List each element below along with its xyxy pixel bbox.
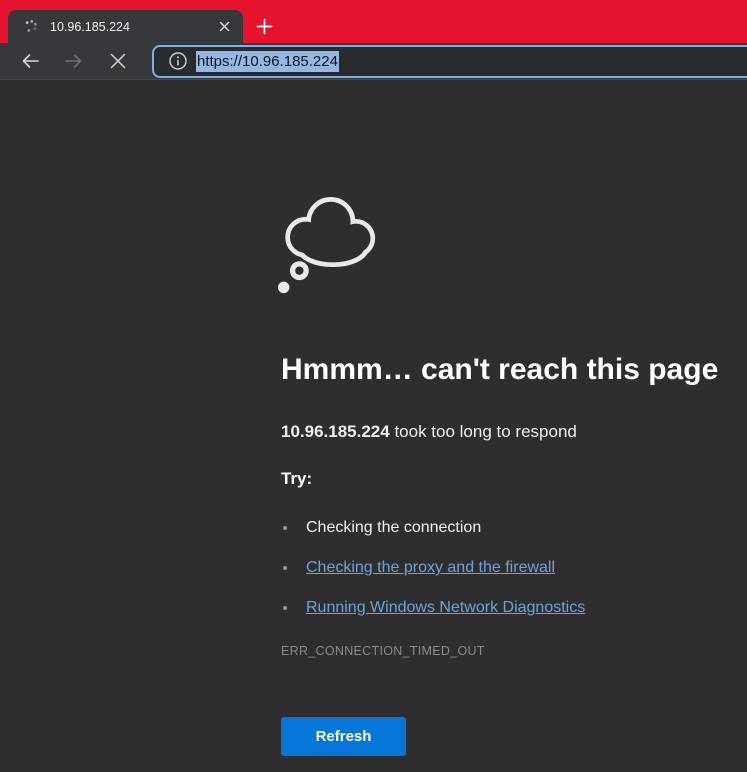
back-arrow-icon [20, 51, 40, 71]
suggestion-text: Checking the connection [306, 519, 481, 537]
back-button[interactable] [16, 47, 44, 75]
forward-arrow-icon [64, 51, 84, 71]
suggestion-item: Checking the proxy and the firewall [283, 548, 585, 588]
suggestion-list: Checking the connection Checking the pro… [283, 508, 585, 628]
browser-tab[interactable]: 10.96.185.224 [8, 10, 243, 43]
loading-spinner-icon [22, 18, 40, 36]
plus-icon [256, 18, 273, 35]
bullet-icon [283, 526, 287, 530]
try-label: Try: [281, 469, 312, 489]
forward-button[interactable] [60, 47, 88, 75]
tab-close-icon[interactable] [215, 18, 233, 36]
tab-title: 10.96.185.224 [50, 20, 215, 34]
browser-toolbar: https://10.96.185.224 [0, 43, 747, 80]
error-page: Hmmm… can't reach this page 10.96.185.22… [0, 80, 747, 771]
bullet-icon [283, 606, 287, 610]
bullet-icon [283, 566, 287, 570]
error-host: 10.96.185.224 [281, 422, 390, 441]
thought-cloud-icon [268, 188, 383, 298]
network-diagnostics-link[interactable]: Running Windows Network Diagnostics [306, 599, 585, 617]
proxy-firewall-link[interactable]: Checking the proxy and the firewall [306, 559, 555, 577]
address-bar[interactable]: https://10.96.185.224 [152, 45, 747, 78]
new-tab-button[interactable] [250, 12, 278, 40]
suggestion-item: Checking the connection [283, 508, 585, 548]
error-title: Hmmm… can't reach this page [281, 352, 718, 388]
stop-x-icon [109, 52, 127, 70]
error-subtitle-rest: took too long to respond [390, 422, 577, 441]
url-selected-text: https://10.96.185.224 [196, 51, 339, 72]
stop-button[interactable] [104, 47, 132, 75]
refresh-button[interactable]: Refresh [281, 717, 406, 756]
tab-strip: 10.96.185.224 [0, 0, 747, 43]
url-input[interactable]: https://10.96.185.224 [196, 53, 339, 70]
error-subtitle: 10.96.185.224 took too long to respond [281, 420, 577, 444]
error-code: ERR_CONNECTION_TIMED_OUT [281, 644, 485, 658]
suggestion-item: Running Windows Network Diagnostics [283, 588, 585, 628]
info-icon[interactable] [168, 51, 188, 71]
